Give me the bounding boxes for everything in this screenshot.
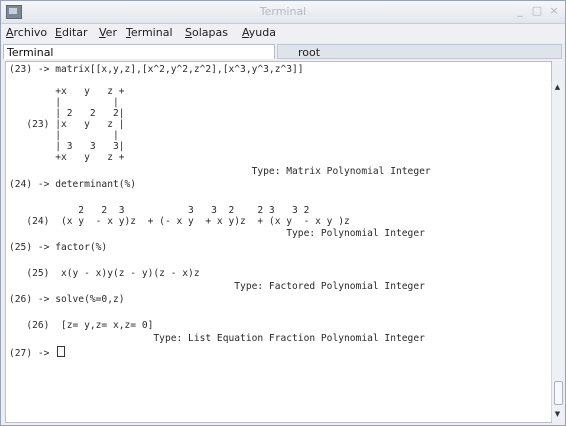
menu-solapas[interactable]: Solapas [185, 26, 228, 39]
tab-bar: Terminal root [3, 44, 563, 60]
scroll-down-icon[interactable]: ▼ [552, 409, 563, 420]
terminal-line: +x y z + [9, 152, 125, 163]
tab-terminal[interactable]: Terminal [3, 44, 275, 59]
terminal-line: | 2 2 2| [9, 108, 125, 119]
window-title: Terminal [259, 5, 307, 18]
terminal-line: 2 2 3 3 3 2 2 3 3 2 [9, 205, 310, 216]
vertical-scrollbar[interactable]: ▲ ▼ [551, 81, 563, 421]
menu-bar: Archivo Editar Ver Terminal Solapas Ayud… [1, 24, 565, 42]
menu-archivo[interactable]: Archivo [6, 26, 47, 39]
terminal-line: (23) -> matrix[[x,y,z],[x^2,y^2,z^2],[x^… [9, 64, 304, 75]
close-icon[interactable]: × [547, 4, 561, 18]
menu-ver[interactable]: Ver [99, 26, 117, 39]
terminal-line: Type: Matrix Polynomial Integer [9, 166, 431, 177]
menu-editar[interactable]: Editar [55, 26, 88, 39]
scrollbar-thumb[interactable] [554, 381, 563, 405]
terminal-line: (23) |x y z | [9, 119, 125, 130]
terminal-line: (24) (x y - x y)z + (- x y + x y)z + (x … [9, 216, 350, 227]
terminal-line: | 3 3 3| [9, 141, 125, 152]
terminal-line: (24) -> determinant(%) [9, 179, 137, 190]
terminal-line: (25) x(y - x)y(z - y)(z - x)z [9, 268, 200, 279]
terminal-window: Terminal _ □ × Archivo Editar Ver Termin… [0, 0, 566, 426]
terminal-line: (26) -> solve(%=0,z) [9, 294, 125, 305]
title-bar: Terminal _ □ × [1, 1, 565, 24]
terminal-line: | | [9, 130, 119, 141]
text-cursor [57, 346, 66, 357]
prompt-text: (27) -> [9, 348, 56, 359]
tab-root[interactable]: root [277, 44, 562, 59]
terminal-prompt[interactable]: (27) -> [9, 346, 66, 359]
terminal-output[interactable]: (23) -> matrix[[x,y,z],[x^2,y^2,z^2],[x^… [5, 61, 552, 423]
terminal-line: Type: Factored Polynomial Integer [9, 281, 425, 292]
terminal-line: | | [9, 97, 119, 108]
menu-terminal[interactable]: Terminal [126, 26, 173, 39]
terminal-line: (25) -> factor(%) [9, 242, 108, 253]
terminal-line: (26) [z= y,z= x,z= 0] [9, 320, 154, 331]
scroll-up-icon[interactable]: ▲ [552, 82, 563, 93]
terminal-line: Type: List Equation Fraction Polynomial … [9, 333, 425, 344]
terminal-line: +x y z + [9, 86, 125, 97]
menu-ayuda[interactable]: Ayuda [242, 26, 276, 39]
minimize-icon[interactable]: _ [513, 4, 527, 18]
maximize-icon[interactable]: □ [530, 4, 544, 18]
terminal-line: Type: Polynomial Integer [9, 228, 425, 239]
